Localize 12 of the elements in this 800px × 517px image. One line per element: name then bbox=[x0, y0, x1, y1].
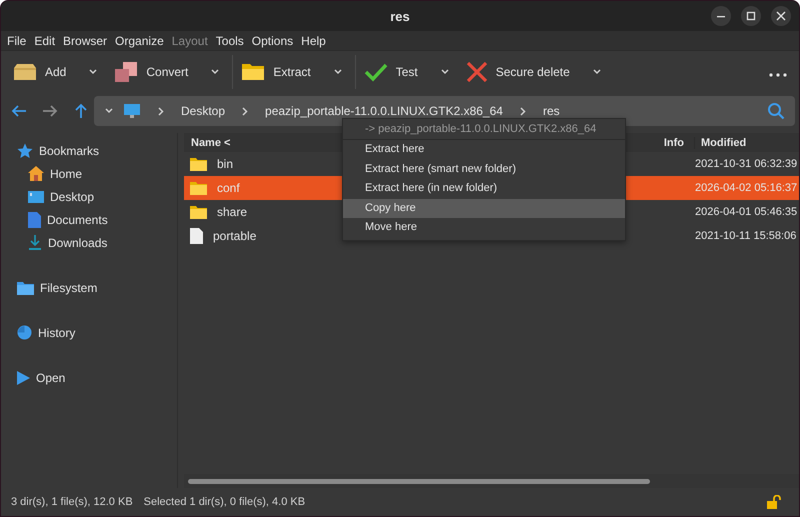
file-name: portable bbox=[213, 229, 256, 243]
modified-date: 2021-10-11 15:58:06 bbox=[695, 230, 798, 242]
status-text: Selected 1 dir(s), 0 file(s), 4.0 KB bbox=[144, 496, 306, 508]
file-name: bin bbox=[217, 157, 234, 171]
modified-date: 2026-04-02 05:16:37 bbox=[695, 182, 798, 194]
menu-header: -> peazip_portable-11.0.0.LINUX.GTK2.x86_64 bbox=[343, 119, 625, 140]
file-name: share bbox=[217, 205, 248, 219]
file-name: conf bbox=[217, 181, 240, 195]
modified-date: 2026-04-01 05:46:35 bbox=[695, 206, 798, 218]
status-text: 3 dir(s), 1 file(s), 12.0 KB bbox=[11, 496, 133, 508]
window-title: res bbox=[390, 8, 410, 24]
modified-date: 2021-10-31 06:32:39 bbox=[695, 158, 798, 170]
